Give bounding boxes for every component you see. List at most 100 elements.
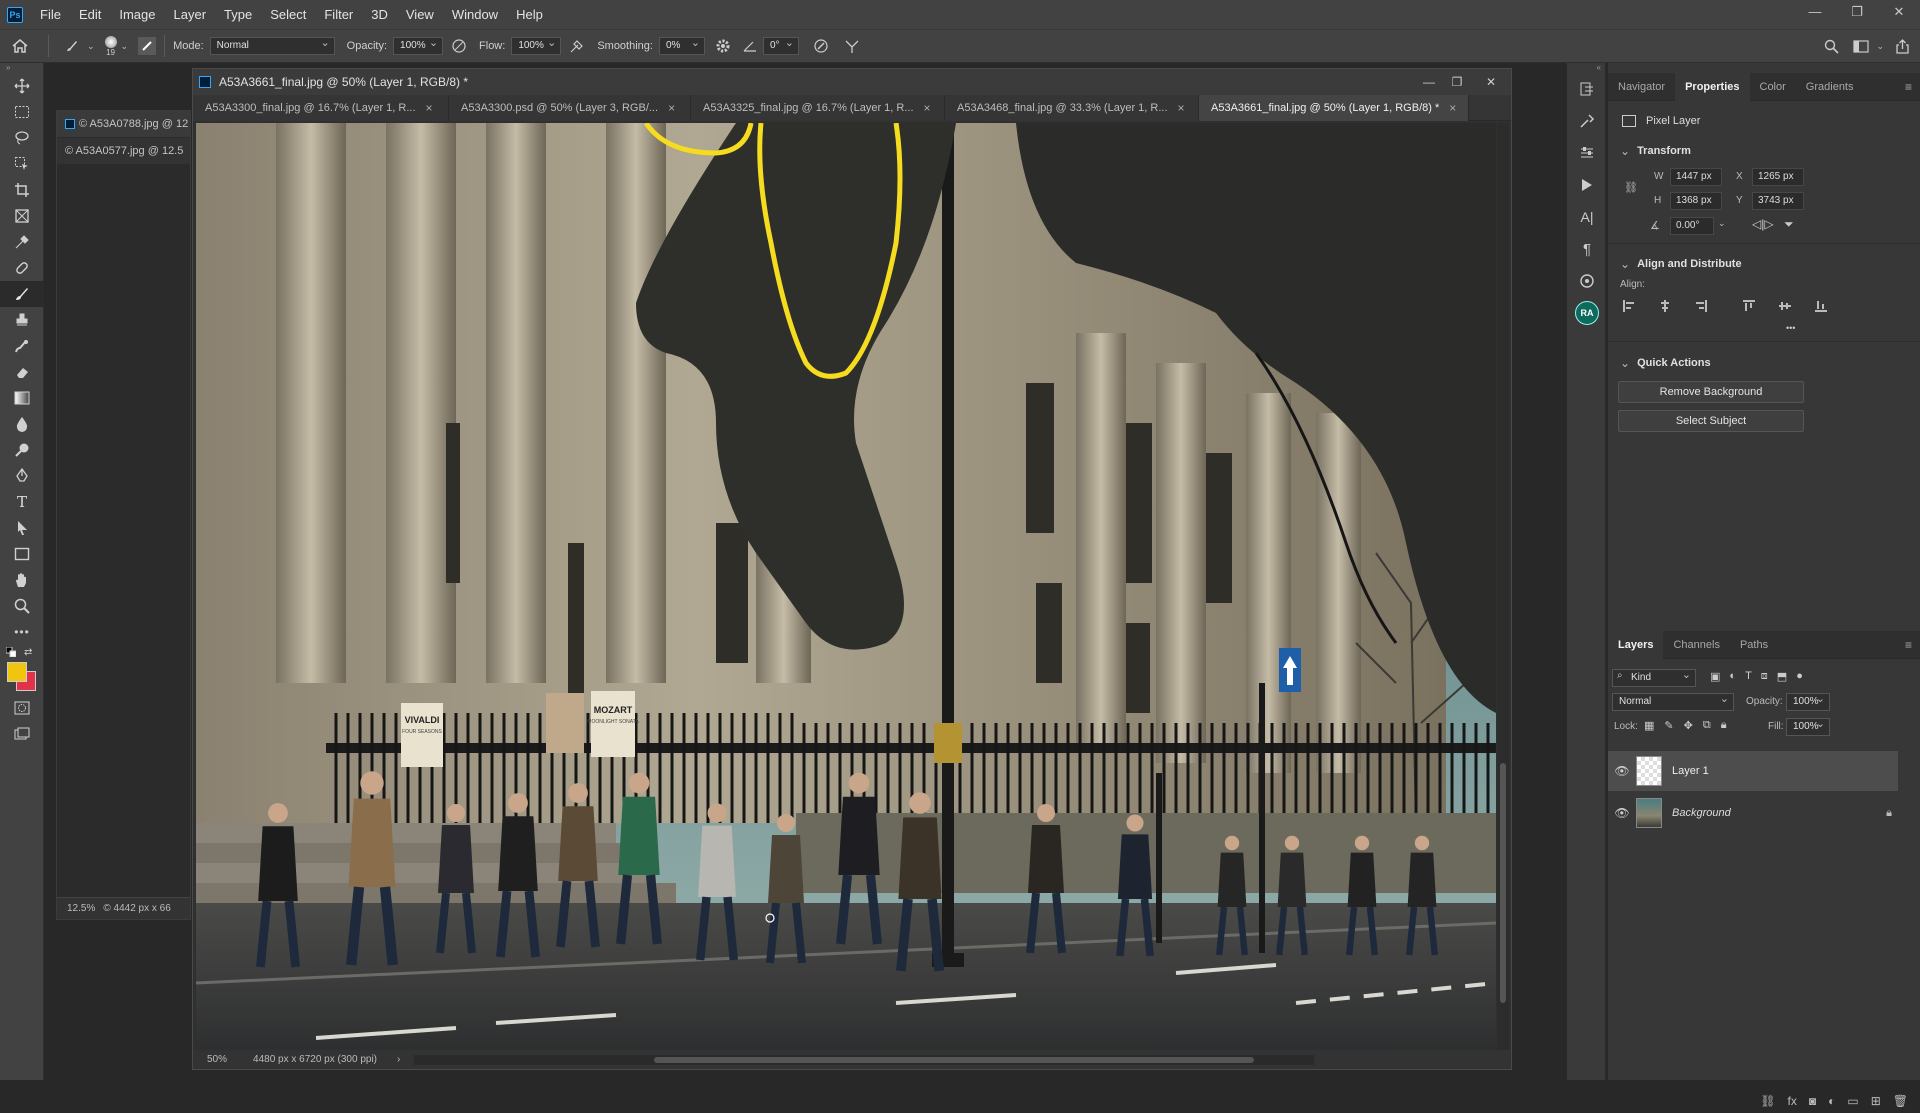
layer-row-layer-1[interactable]: 👁︎ Layer 1 xyxy=(1608,751,1898,791)
align-left-icon[interactable] xyxy=(1622,299,1636,313)
crop-tool-icon[interactable] xyxy=(0,177,44,203)
mode-dropdown[interactable]: Normal xyxy=(209,35,335,55)
align-bottom-icon[interactable] xyxy=(1814,299,1828,313)
doc-close-button[interactable]: ✕ xyxy=(1471,75,1511,89)
airbrush-icon[interactable] xyxy=(569,38,585,54)
hand-tool-icon[interactable] xyxy=(0,567,44,593)
share-icon[interactable] xyxy=(1884,38,1920,54)
symmetry-icon[interactable] xyxy=(843,38,861,54)
tab-color[interactable]: Color xyxy=(1750,73,1796,101)
doc-tab-a53a3468-final[interactable]: A53A3468_final.jpg @ 33.3% (Layer 1, R..… xyxy=(945,95,1199,121)
vertical-scroll-thumb[interactable] xyxy=(1500,763,1506,1003)
tab-properties[interactable]: Properties xyxy=(1675,72,1750,101)
marquee-tool-icon[interactable] xyxy=(0,99,44,125)
lock-position-icon[interactable]: ✥ xyxy=(1684,719,1693,732)
menu-3d[interactable]: 3D xyxy=(362,0,397,29)
opacity-field[interactable]: 100% xyxy=(393,35,444,55)
menu-window[interactable]: Window xyxy=(443,0,507,29)
tab-paths[interactable]: Paths xyxy=(1730,631,1778,659)
menu-image[interactable]: Image xyxy=(110,0,164,29)
clone-stamp-tool-icon[interactable] xyxy=(0,307,44,333)
flip-horizontal-icon[interactable]: ◁|▷ xyxy=(1752,217,1774,231)
blend-mode-dropdown[interactable]: Normal xyxy=(1612,691,1734,711)
brush-settings-icon[interactable] xyxy=(138,37,157,55)
lock-all-icon[interactable]: 🔒︎ xyxy=(1721,719,1727,732)
visibility-eye-icon[interactable]: 👁︎ xyxy=(1608,806,1636,820)
horizontal-scrollbar[interactable] xyxy=(414,1054,1315,1065)
align-middle-icon[interactable] xyxy=(1778,299,1792,313)
delete-layer-icon[interactable]: 🗑︎ xyxy=(1893,1094,1908,1108)
menu-type[interactable]: Type xyxy=(215,0,261,29)
filter-smart-object-icon[interactable]: ⬒ xyxy=(1777,670,1787,683)
menu-filter[interactable]: Filter xyxy=(315,0,362,29)
doc-tab-a53a3300-psd[interactable]: A53A3300.psd @ 50% (Layer 3, RGB/... × xyxy=(449,95,691,121)
pressure-opacity-icon[interactable] xyxy=(451,38,467,54)
quick-actions-section-header[interactable]: Quick Actions xyxy=(1620,356,1711,370)
select-subject-button[interactable]: Select Subject xyxy=(1618,410,1804,432)
plugin-ra-icon[interactable]: RA xyxy=(1567,297,1607,329)
search-icon[interactable] xyxy=(1816,39,1846,54)
layer-filter-kind-dropdown[interactable]: Kind xyxy=(1612,667,1696,687)
frame-tool-icon[interactable] xyxy=(0,203,44,229)
foreground-color-swatch[interactable] xyxy=(7,662,27,682)
brush-size-picker[interactable]: 19 xyxy=(104,35,117,57)
visibility-eye-icon[interactable]: 👁︎ xyxy=(1608,764,1636,778)
height-field[interactable]: 1368 px xyxy=(1670,192,1722,210)
character-panel-icon[interactable]: A| xyxy=(1567,201,1607,233)
swap-colors-icon[interactable]: ⇄ xyxy=(24,647,32,658)
menu-layer[interactable]: Layer xyxy=(165,0,216,29)
collapse-toolbar-icon[interactable]: » xyxy=(0,63,43,73)
y-field[interactable]: 3743 px xyxy=(1752,192,1804,210)
angle-field[interactable]: 0.00° xyxy=(1670,217,1714,235)
tab-navigator[interactable]: Navigator xyxy=(1608,73,1675,101)
lasso-tool-icon[interactable] xyxy=(0,125,44,151)
quick-mask-icon[interactable] xyxy=(0,695,44,721)
type-tool-icon[interactable]: T xyxy=(0,489,44,515)
healing-brush-tool-icon[interactable] xyxy=(0,255,44,281)
libraries-panel-icon[interactable] xyxy=(1567,265,1607,297)
menu-view[interactable]: View xyxy=(397,0,443,29)
filter-shape-icon[interactable]: ⧈ xyxy=(1761,670,1768,683)
doc-tab-a53a3661-final-active[interactable]: A53A3661_final.jpg @ 50% (Layer 1, RGB/8… xyxy=(1199,95,1469,121)
smoothing-options-gear-icon[interactable] xyxy=(715,38,731,54)
maximize-button[interactable]: ❐ xyxy=(1836,0,1878,24)
lock-transparent-pixels-icon[interactable]: ▦ xyxy=(1644,719,1654,732)
zoom-level[interactable]: 50% xyxy=(193,1054,243,1065)
horizontal-scroll-thumb[interactable] xyxy=(654,1056,1255,1063)
link-dimensions-icon[interactable]: ⛓ xyxy=(1624,181,1638,194)
width-field[interactable]: 1447 px xyxy=(1670,168,1722,186)
align-top-icon[interactable] xyxy=(1742,299,1756,313)
doc-maximize-button[interactable]: ❐ xyxy=(1443,75,1471,89)
layers-menu-icon[interactable]: ≡ xyxy=(1905,638,1920,652)
gradient-tool-icon[interactable] xyxy=(0,385,44,411)
layer-name[interactable]: Layer 1 xyxy=(1672,765,1709,777)
pen-tool-icon[interactable] xyxy=(0,463,44,489)
layer-opacity-field[interactable]: 100% xyxy=(1786,691,1830,711)
flip-vertical-icon[interactable]: ⏷ xyxy=(1784,217,1794,232)
link-layers-icon[interactable]: ⛓ xyxy=(1760,1094,1775,1108)
eraser-tool-icon[interactable] xyxy=(0,359,44,385)
history-panel-icon[interactable] xyxy=(1567,73,1607,105)
menu-file[interactable]: File xyxy=(31,0,70,29)
paragraph-panel-icon[interactable]: ¶ xyxy=(1567,233,1607,265)
filter-pixel-icon[interactable]: ▣ xyxy=(1710,670,1720,683)
lock-image-pixels-icon[interactable]: ✎ xyxy=(1664,719,1673,732)
close-tab-icon[interactable]: × xyxy=(668,95,675,121)
collapse-strip-icon[interactable]: « xyxy=(1567,63,1605,73)
brush-preset-icon[interactable] xyxy=(57,39,87,53)
filter-adjustment-icon[interactable]: ◐ xyxy=(1729,670,1736,683)
move-tool-icon[interactable] xyxy=(0,73,44,99)
tab-gradients[interactable]: Gradients xyxy=(1796,73,1864,101)
filter-toggle-icon[interactable]: ● xyxy=(1796,670,1803,683)
fill-field[interactable]: 100% xyxy=(1786,716,1830,736)
more-tools-icon[interactable]: ••• xyxy=(0,619,44,645)
layer-effects-icon[interactable]: fx xyxy=(1788,1094,1797,1108)
screen-mode-icon[interactable] xyxy=(0,721,44,747)
pressure-size-icon[interactable] xyxy=(813,38,829,54)
flow-field[interactable]: 100% xyxy=(511,35,562,55)
close-tab-icon[interactable]: × xyxy=(924,95,931,121)
layer-name[interactable]: Background xyxy=(1672,807,1731,819)
object-selection-tool-icon[interactable] xyxy=(0,151,44,177)
doc-minimize-button[interactable]: — xyxy=(1415,75,1443,89)
rectangle-tool-icon[interactable] xyxy=(0,541,44,567)
